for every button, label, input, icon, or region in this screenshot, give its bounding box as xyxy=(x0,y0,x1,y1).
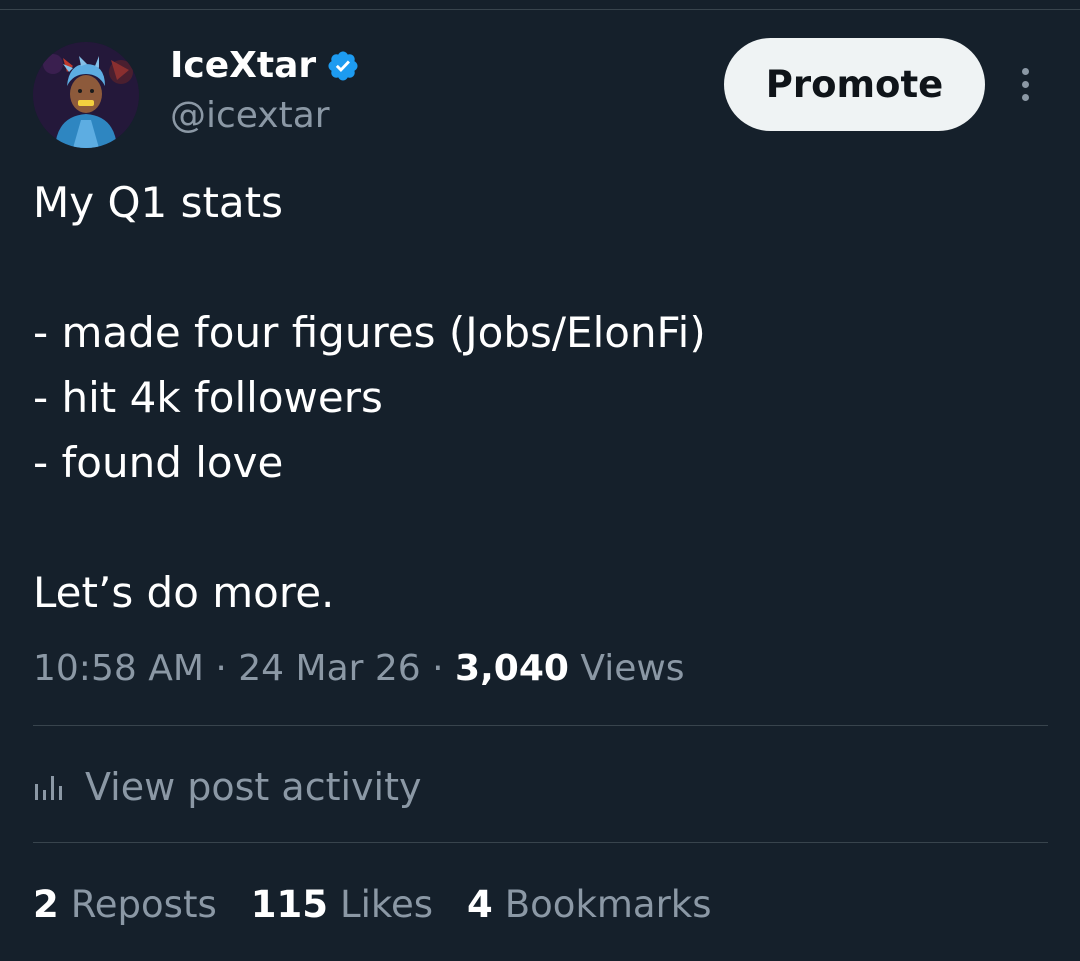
reposts-stat[interactable]: 2 Reposts xyxy=(33,883,217,926)
display-name[interactable]: IceXtar xyxy=(170,44,316,88)
view-post-activity-label: View post activity xyxy=(85,765,422,809)
divider xyxy=(33,842,1048,843)
view-post-activity-link[interactable]: View post activity xyxy=(33,760,421,814)
reposts-count: 2 xyxy=(33,882,59,926)
post-line xyxy=(33,495,1043,560)
divider xyxy=(33,725,1048,726)
views-count: 3,040 xyxy=(455,648,569,689)
meta-separator: · xyxy=(432,648,444,689)
post-line: - hit 4k followers xyxy=(33,373,383,422)
bar-chart-icon xyxy=(33,765,65,809)
avatar[interactable] xyxy=(33,42,139,148)
bookmarks-label: Bookmarks xyxy=(504,882,712,926)
more-vertical-icon[interactable] xyxy=(1010,62,1040,106)
verified-badge-icon[interactable] xyxy=(326,49,360,83)
top-divider xyxy=(0,9,1080,10)
post-time[interactable]: 10:58 AM xyxy=(33,648,204,689)
promote-button[interactable]: Promote xyxy=(724,38,985,131)
post-line: - made four figures (Jobs/ElonFi) xyxy=(33,308,706,357)
likes-count: 115 xyxy=(250,882,328,926)
post-text: My Q1 stats - made four figures (Jobs/El… xyxy=(33,170,1043,625)
post-line: My Q1 stats xyxy=(33,178,284,227)
post-date[interactable]: 24 Mar 26 xyxy=(238,648,420,689)
bookmarks-stat[interactable]: 4 Bookmarks xyxy=(467,883,711,926)
bookmarks-count: 4 xyxy=(467,882,493,926)
more-dot xyxy=(1021,67,1029,75)
author-name-row[interactable]: IceXtar xyxy=(170,44,360,88)
likes-label: Likes xyxy=(339,882,434,926)
post-line: Let’s do more. xyxy=(33,568,335,617)
more-dot xyxy=(1021,80,1029,88)
post-meta: 10:58 AM · 24 Mar 26 · 3,040 Views xyxy=(33,642,685,696)
views-label: Views xyxy=(580,648,685,689)
meta-separator: · xyxy=(215,648,227,689)
avatar-image xyxy=(33,42,139,148)
likes-stat[interactable]: 115 Likes xyxy=(251,883,433,926)
post-line xyxy=(33,235,1043,300)
post-line: - found love xyxy=(33,438,284,487)
engagement-stats: 2 Reposts 115 Likes 4 Bookmarks xyxy=(33,876,746,932)
reposts-label: Reposts xyxy=(70,882,217,926)
more-dot xyxy=(1021,93,1029,101)
author-handle[interactable]: @icextar xyxy=(170,94,330,138)
